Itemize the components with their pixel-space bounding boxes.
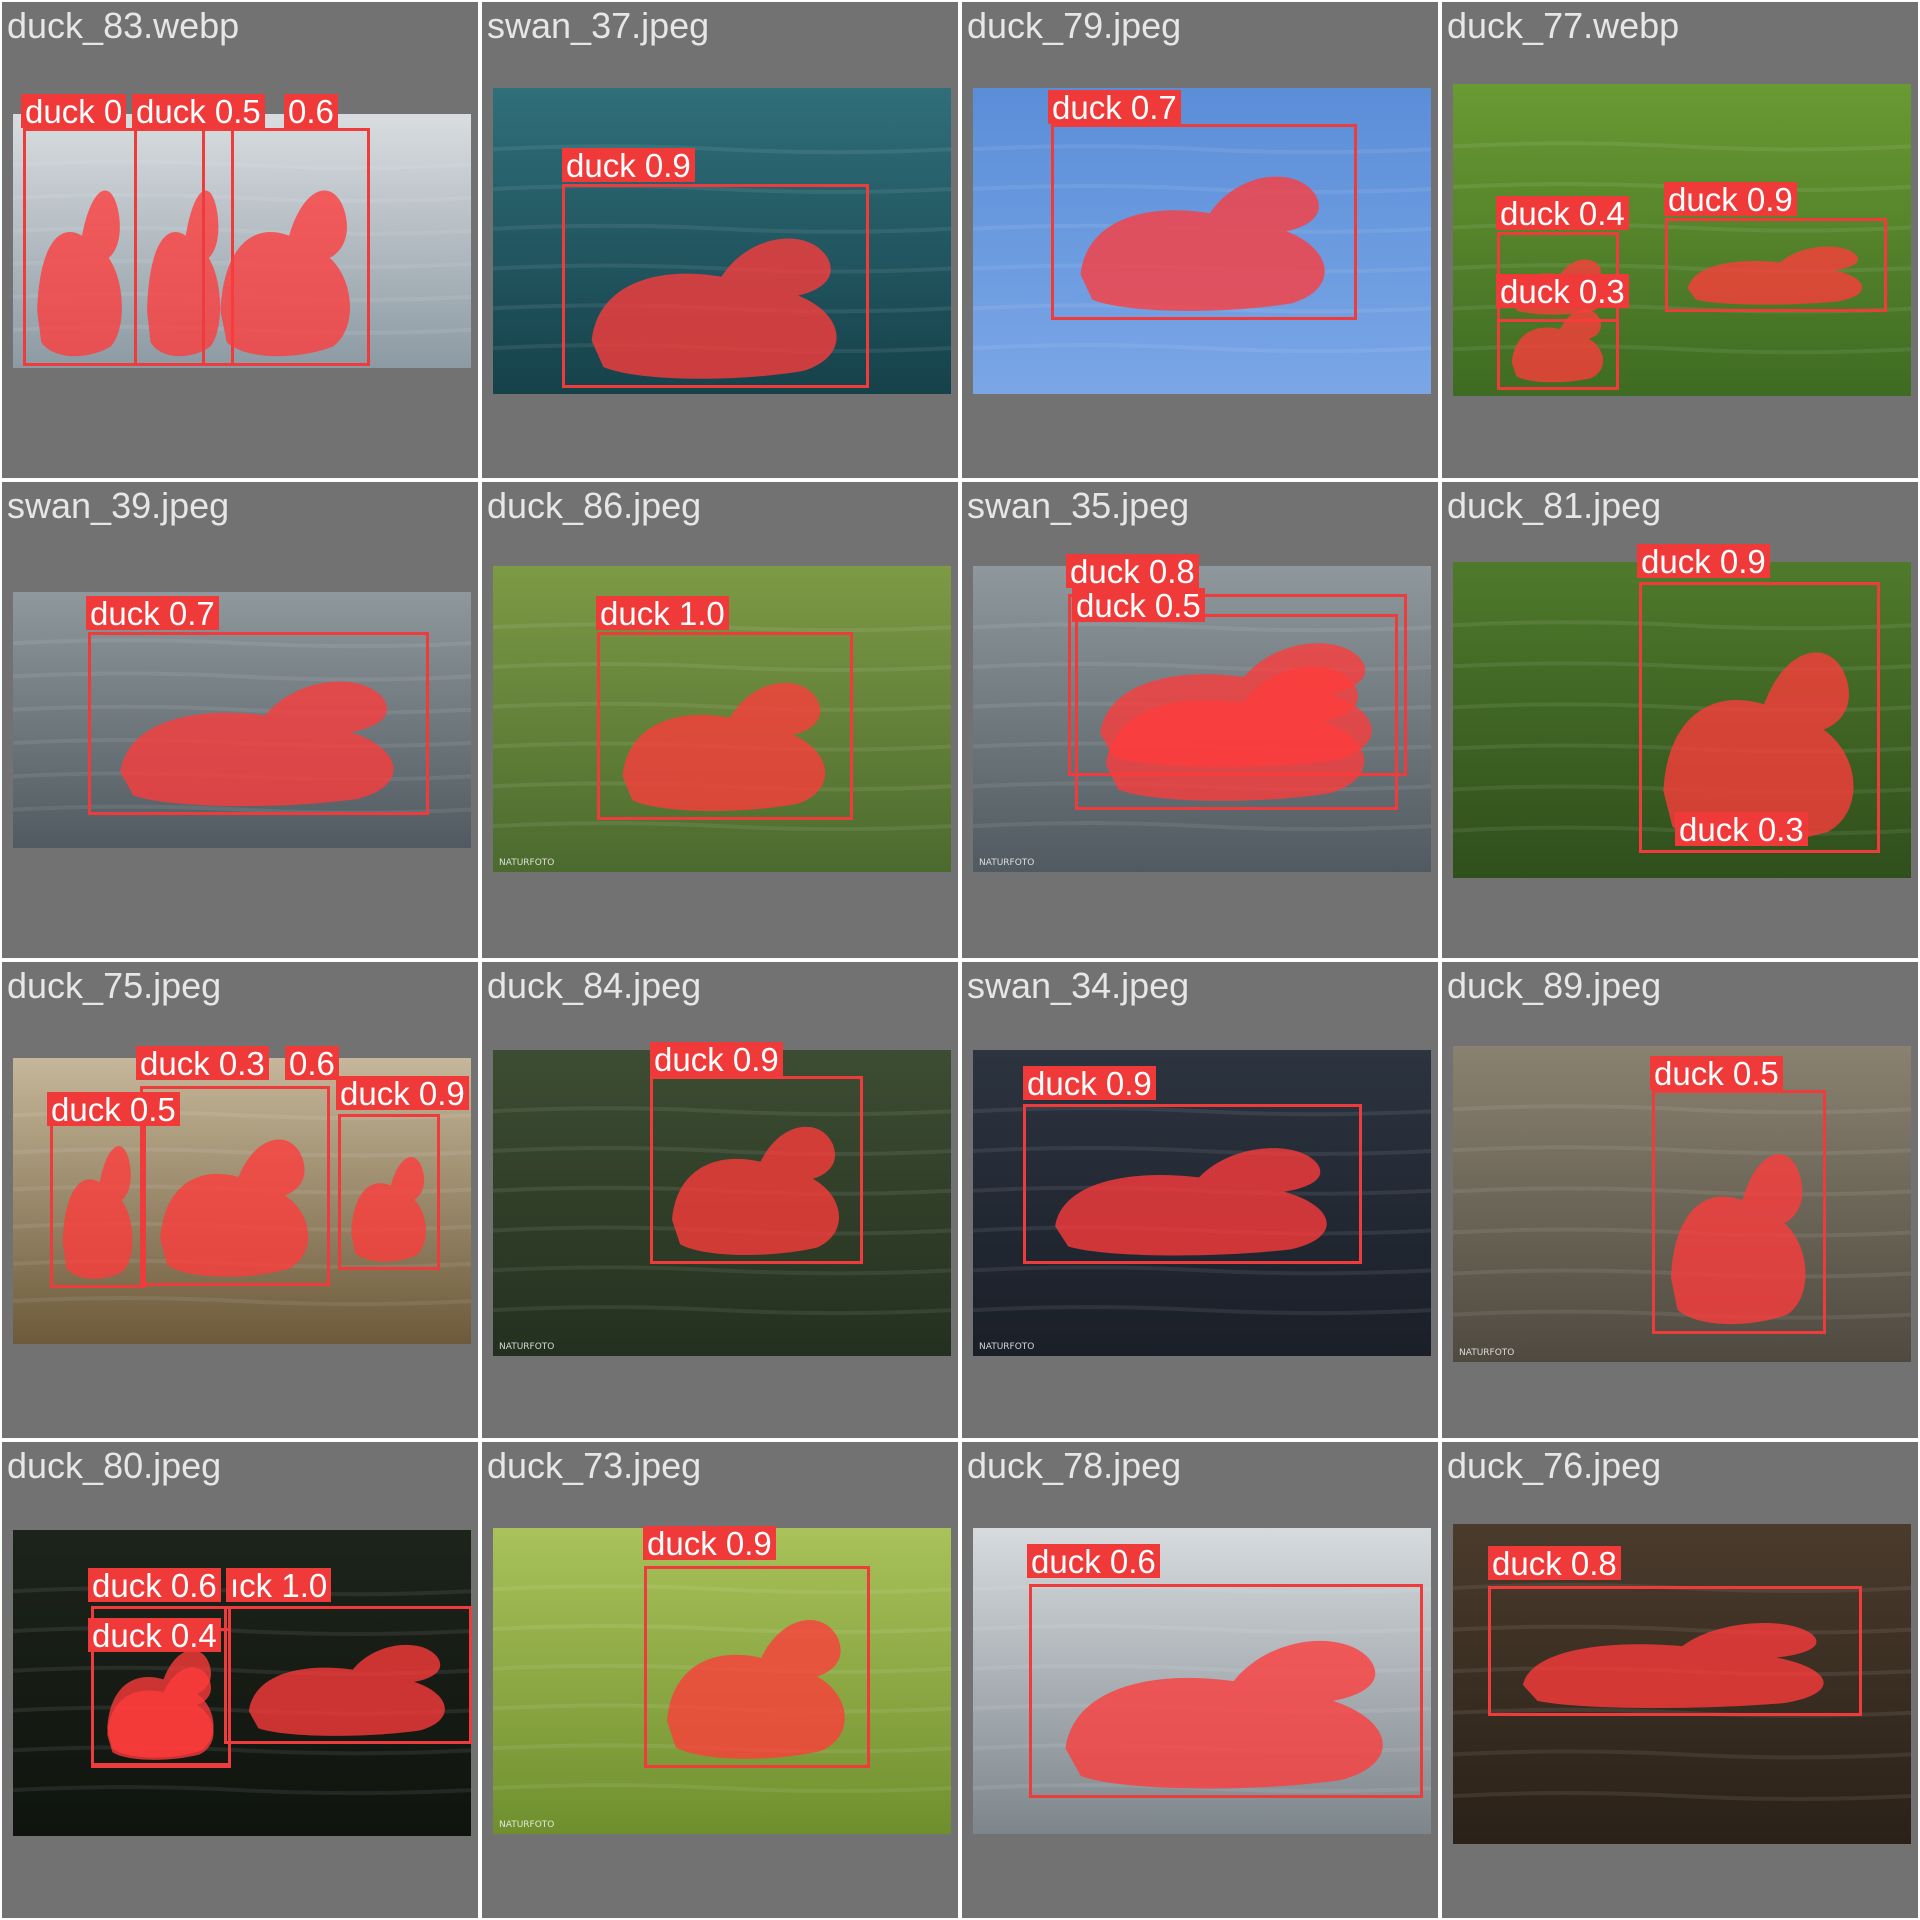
detection-label: 0.6 <box>285 1046 339 1082</box>
grid-cell: duck_77.webpduck 0.4 duck 0.3 duck 0.9 <box>1442 2 1918 478</box>
detection-label: duck 0.9 <box>336 1076 469 1112</box>
grid-cell: duck_80.jpegduck 0.6 ıck 1.0 duck 0.4 <box>2 1442 478 1918</box>
detection-box <box>202 128 370 366</box>
detection-label: ıck 1.0 <box>226 1568 332 1604</box>
detection-label: duck 0.4 <box>1496 196 1629 232</box>
detection-label: duck 0.6 <box>1027 1544 1160 1580</box>
image-filename: duck_73.jpeg <box>487 1445 702 1486</box>
detection-box <box>1488 1586 1862 1716</box>
grid-cell: duck_81.jpegduck 0.9 duck 0.3 <box>1442 482 1918 958</box>
detection-label: duck 0.9 <box>1023 1066 1156 1102</box>
detection-label: duck 0.9 <box>650 1042 783 1078</box>
detection-label: 0.6 <box>284 94 338 130</box>
image-filename: duck_75.jpeg <box>7 965 222 1006</box>
grid-cell: duck_73.jpeg NATURFOTO duck 0.9 <box>482 1442 958 1918</box>
detection-label: duck 0.7 <box>1048 90 1181 126</box>
watermark: NATURFOTO <box>979 1342 1035 1352</box>
detection-label: duck 0.3 <box>1496 274 1629 310</box>
detection-label: duck 0.5 <box>132 94 265 130</box>
detection-box <box>224 1606 472 1744</box>
image-filename: swan_34.jpeg <box>967 965 1190 1006</box>
grid-cell: duck_89.jpeg NATURFOTO duck 0.5 <box>1442 962 1918 1438</box>
grid-cell: swan_39.jpegduck 0.7 <box>2 482 478 958</box>
detection-label: duck 0.5 <box>1072 588 1205 624</box>
image-filename: duck_83.webp <box>7 5 240 46</box>
grid-cell: duck_83.webpduck 0 duck 0.5 0.6 <box>2 2 478 478</box>
image-filename: duck_78.jpeg <box>967 1445 1182 1486</box>
detection-box <box>562 184 869 388</box>
detection-label: duck 0 <box>21 94 127 130</box>
grid-cell: duck_75.jpegduck 0.3 0.6 duck 0.5 duck 0.9 <box>2 962 478 1438</box>
detection-label: duck 1.0 <box>596 596 729 632</box>
image-filename: swan_39.jpeg <box>7 485 230 526</box>
watermark: NATURFOTO <box>1459 1348 1515 1358</box>
image-filename: swan_37.jpeg <box>487 5 710 46</box>
watermark: NATURFOTO <box>499 1820 555 1830</box>
detection-box <box>23 128 137 366</box>
detection-box <box>1665 218 1887 312</box>
detection-box <box>1029 1584 1423 1798</box>
detection-box <box>338 1114 440 1270</box>
watermark: NATURFOTO <box>499 858 555 868</box>
image-filename: swan_35.jpeg <box>967 485 1190 526</box>
detection-label: duck 0.3 <box>136 1046 269 1082</box>
grid-cell: duck_84.jpeg NATURFOTO duck 0.9 <box>482 962 958 1438</box>
detection-box <box>1023 1104 1362 1264</box>
detection-label: duck 0.6 <box>88 1568 221 1604</box>
detection-label: duck 0.9 <box>1664 182 1797 218</box>
image-filename: duck_80.jpeg <box>7 1445 222 1486</box>
grid-cell: duck_78.jpegduck 0.6 <box>962 1442 1438 1918</box>
image-filename: duck_81.jpeg <box>1447 485 1662 526</box>
grid-cell: swan_35.jpeg NATURFOTO duck 0.8 duck 0.5 <box>962 482 1438 958</box>
detection-box <box>1051 124 1357 320</box>
detection-label: duck 0.3 <box>1675 812 1808 848</box>
detection-box <box>88 632 429 815</box>
watermark: NATURFOTO <box>979 858 1035 868</box>
detection-label: duck 0.5 <box>47 1092 180 1128</box>
detection-box <box>644 1566 870 1768</box>
detection-label: duck 0.8 <box>1066 554 1199 590</box>
image-filename: duck_89.jpeg <box>1447 965 1662 1006</box>
detection-box <box>650 1076 863 1264</box>
image-filename: duck_84.jpeg <box>487 965 702 1006</box>
image-filename: duck_76.jpeg <box>1447 1445 1662 1486</box>
image-filename: duck_86.jpeg <box>487 485 702 526</box>
detection-label: duck 0.4 <box>88 1618 221 1654</box>
detection-label: duck 0.9 <box>643 1526 776 1562</box>
watermark: NATURFOTO <box>499 1342 555 1352</box>
grid-cell: swan_37.jpegduck 0.9 <box>482 2 958 478</box>
prediction-grid: duck_83.webp duck 0 duck 0.5 0.6 swan_37.jpe… <box>0 0 1920 1920</box>
detection-box <box>1652 1090 1826 1334</box>
detection-box <box>597 632 853 820</box>
detection-label: duck 0.9 <box>562 148 695 184</box>
grid-cell: duck_76.jpegduck 0.8 <box>1442 1442 1918 1918</box>
detection-label: duck 0.7 <box>86 596 219 632</box>
grid-cell: swan_34.jpeg NATURFOTO duck 0.9 <box>962 962 1438 1438</box>
grid-cell: duck_86.jpeg NATURFOTO duck 1.0 <box>482 482 958 958</box>
grid-cell: duck_79.jpegduck 0.7 <box>962 2 1438 478</box>
detection-label: duck 0.5 <box>1650 1056 1783 1092</box>
image-filename: duck_79.jpeg <box>967 5 1182 46</box>
detection-label: duck 0.8 <box>1488 1546 1621 1582</box>
detection-label: duck 0.9 <box>1637 544 1770 580</box>
image-filename: duck_77.webp <box>1447 5 1680 46</box>
detection-box <box>1075 614 1398 810</box>
